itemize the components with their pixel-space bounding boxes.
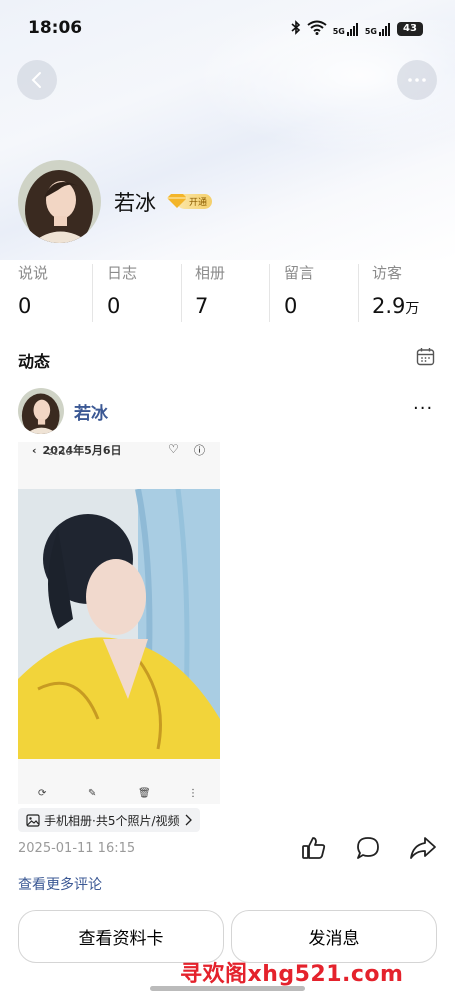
album-link[interactable]: 手机相册·共5个照片/视频 (18, 808, 200, 832)
calendar-icon[interactable] (416, 347, 435, 370)
status-time: 18:06 (28, 18, 83, 38)
screenshot-delete-icon: 🗑 (138, 788, 151, 799)
stats-row: 说说 0 日志 0 相册 7 留言 0 访客 2.9万 (0, 258, 455, 328)
signal-icon-1: 5G (332, 22, 359, 36)
watermark-text: 寻欢阁xhg521.com (180, 962, 404, 987)
post-author-name[interactable]: 若冰 (74, 399, 108, 424)
signal-label-2: 5G (364, 26, 377, 36)
post-image[interactable]: ‹ 2024年5月6日 21:16 ♡ ⓘ ⟳ ✎ 🗑 ⋮ (18, 442, 220, 804)
profile-name: 若冰 (114, 191, 156, 215)
post-author-avatar[interactable] (18, 388, 64, 434)
home-indicator (150, 986, 305, 991)
album-label: 手机相册·共5个照片/视频 (44, 813, 180, 828)
stat-label: 访客 (372, 264, 403, 282)
more-options-button[interactable] (397, 60, 437, 100)
stat-label: 说说 (18, 264, 49, 282)
info-icon: ⓘ (194, 444, 205, 457)
stat-value: 0 (284, 294, 298, 318)
heart-icon: ♡ (168, 442, 179, 456)
stat-divider (358, 264, 359, 322)
post-more-icon[interactable]: ··· (413, 398, 433, 419)
stat-divider (92, 264, 93, 322)
wifi-icon (307, 20, 327, 38)
post-photo (18, 489, 220, 759)
signal-icon-2: 5G (364, 22, 391, 36)
chevron-right-icon (185, 814, 192, 826)
stat-label: 留言 (284, 264, 315, 282)
share-icon[interactable] (409, 835, 437, 865)
see-more-comments-link[interactable]: 查看更多评论 (18, 874, 102, 894)
post-date: 2025-01-11 16:15 (18, 841, 136, 856)
bluetooth-icon (291, 20, 301, 38)
diamond-icon (167, 194, 187, 208)
screenshot-edit-icon: ⟳ (38, 788, 47, 799)
stat-label: 日志 (107, 264, 138, 282)
status-icons: 5G 5G 43 (291, 20, 423, 38)
stat-value: 7 (195, 294, 209, 318)
stat-divider (181, 264, 182, 322)
feed-section-title: 动态 (18, 352, 51, 371)
comment-icon[interactable] (355, 835, 381, 865)
stat-value: 2.9万 (372, 294, 420, 318)
stat-value: 0 (18, 294, 32, 318)
chevron-left-icon (31, 72, 41, 88)
like-icon[interactable] (301, 835, 327, 865)
screenshot-time: 21:16 (48, 448, 72, 457)
stat-value: 0 (107, 294, 121, 318)
more-horizontal-icon (408, 78, 426, 82)
back-button[interactable] (17, 60, 57, 100)
stat-divider (269, 264, 270, 322)
image-icon (26, 813, 40, 827)
screenshot-markup-icon: ✎ (88, 788, 97, 799)
stat-label: 相册 (195, 264, 226, 282)
battery-icon: 43 (397, 22, 423, 36)
status-bar: 18:06 5G 5G 43 (0, 0, 455, 56)
screenshot-title: ‹ 2024年5月6日 (32, 444, 122, 457)
signal-label-1: 5G (332, 26, 345, 36)
vip-badge[interactable]: 开通 (167, 193, 213, 209)
profile-avatar[interactable] (18, 160, 101, 243)
screenshot-more-icon: ⋮ (188, 788, 198, 799)
